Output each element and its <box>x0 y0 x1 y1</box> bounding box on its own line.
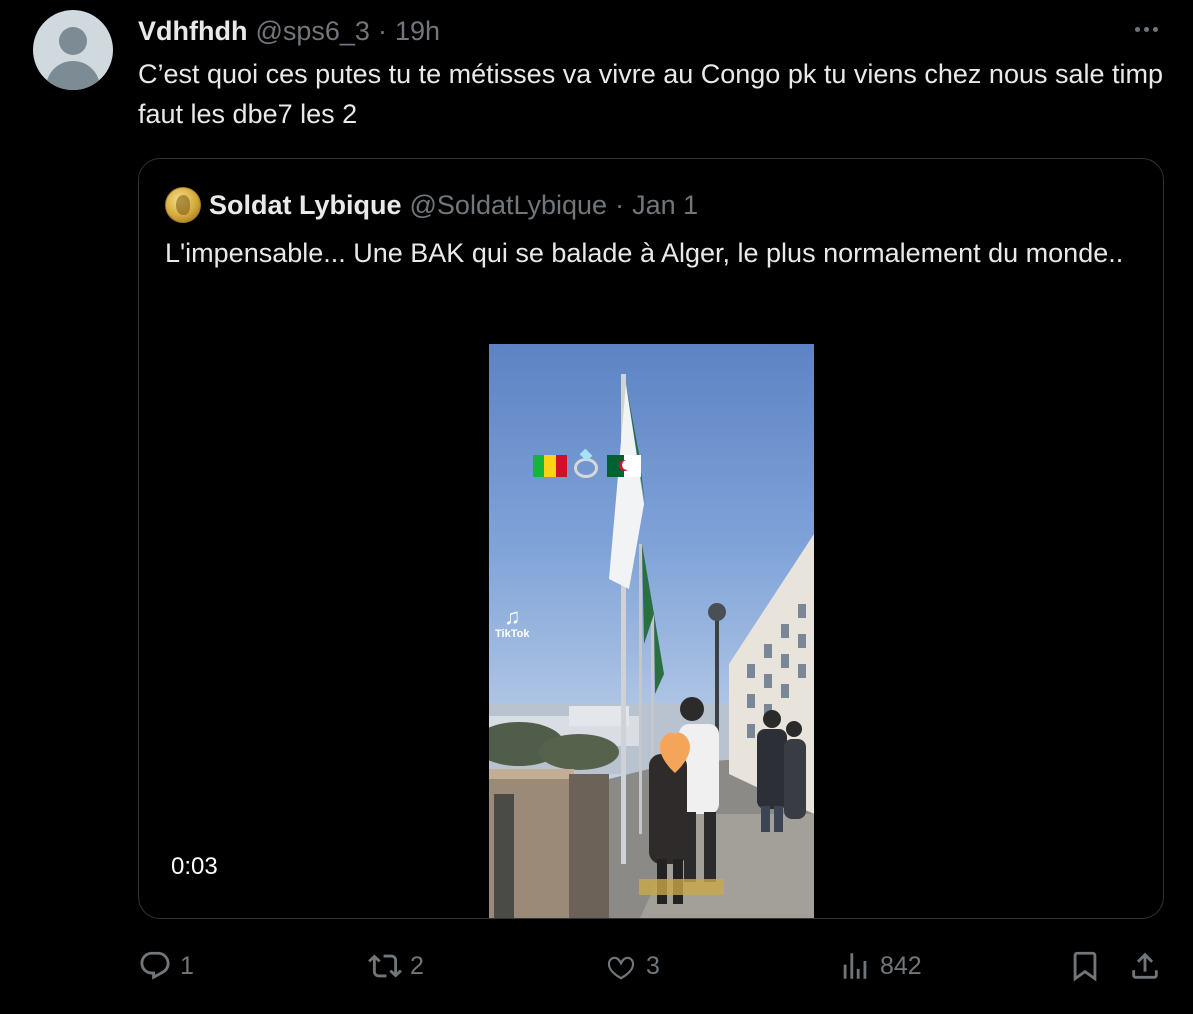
views-count: 842 <box>880 951 922 980</box>
share-icon <box>1132 952 1158 979</box>
like-count: 3 <box>646 951 660 980</box>
retweet-icon <box>368 954 402 978</box>
video-player[interactable]: ♫ TikTok <box>489 344 814 918</box>
quoted-header-separator: · <box>615 189 625 220</box>
quoted-author-handle[interactable]: @SoldatLybique <box>410 190 608 221</box>
views-button[interactable]: 842 <box>838 945 922 987</box>
more-horizontal-icon <box>1134 26 1140 32</box>
author-avatar[interactable] <box>33 10 113 90</box>
tweet: Vdhfhdh @sps6_3 · 19h C’est quoi ces put… <box>0 0 1193 1014</box>
action-bar: 1 2 3 842 <box>138 945 1168 987</box>
share-button[interactable] <box>1128 945 1162 987</box>
quoted-tweet-text: L'impensable... Une BAK qui se balade à … <box>165 238 1124 268</box>
tiktok-icon: ♫ <box>503 604 521 629</box>
quoted-tweet-date[interactable]: Jan 1 <box>632 190 698 221</box>
quoted-tweet-header: Soldat Lybique @SoldatLybique · Jan 1 <box>165 186 698 224</box>
bookmark-button[interactable] <box>1068 945 1102 987</box>
quoted-tweet[interactable]: Soldat Lybique @SoldatLybique · Jan 1 L'… <box>138 158 1164 919</box>
author-name[interactable]: Vdhfhdh <box>138 16 247 47</box>
reply-count: 1 <box>180 951 194 980</box>
ring-icon <box>571 448 603 482</box>
reply-button[interactable]: 1 <box>138 945 194 987</box>
more-options-button[interactable] <box>1128 18 1164 40</box>
algeria-flag-icon <box>607 455 641 477</box>
emoji-overlay <box>533 448 641 482</box>
retweet-count: 2 <box>410 951 424 980</box>
retweet-button[interactable]: 2 <box>368 945 424 987</box>
bookmark-icon <box>1073 951 1097 982</box>
reply-icon <box>140 951 170 980</box>
like-button[interactable]: 3 <box>604 945 660 987</box>
tiktok-watermark: ♫ TikTok <box>495 604 530 641</box>
tweet-time[interactable]: 19h <box>395 16 440 47</box>
quoted-author-name[interactable]: Soldat Lybique <box>209 190 402 221</box>
heart-icon <box>607 956 635 980</box>
gold-coin-avatar-icon[interactable] <box>165 187 201 223</box>
video-frame <box>489 374 814 918</box>
header-separator: · <box>377 15 387 46</box>
views-icon <box>843 953 867 979</box>
author-handle[interactable]: @sps6_3 <box>255 16 369 47</box>
default-avatar-icon <box>59 27 87 55</box>
mali-flag-icon <box>533 455 567 477</box>
tweet-text: C’est quoi ces putes tu te métisses va v… <box>138 59 1164 129</box>
tweet-header: Vdhfhdh @sps6_3 · 19h <box>138 14 440 48</box>
video-duration-badge: 0:03 <box>171 853 218 880</box>
